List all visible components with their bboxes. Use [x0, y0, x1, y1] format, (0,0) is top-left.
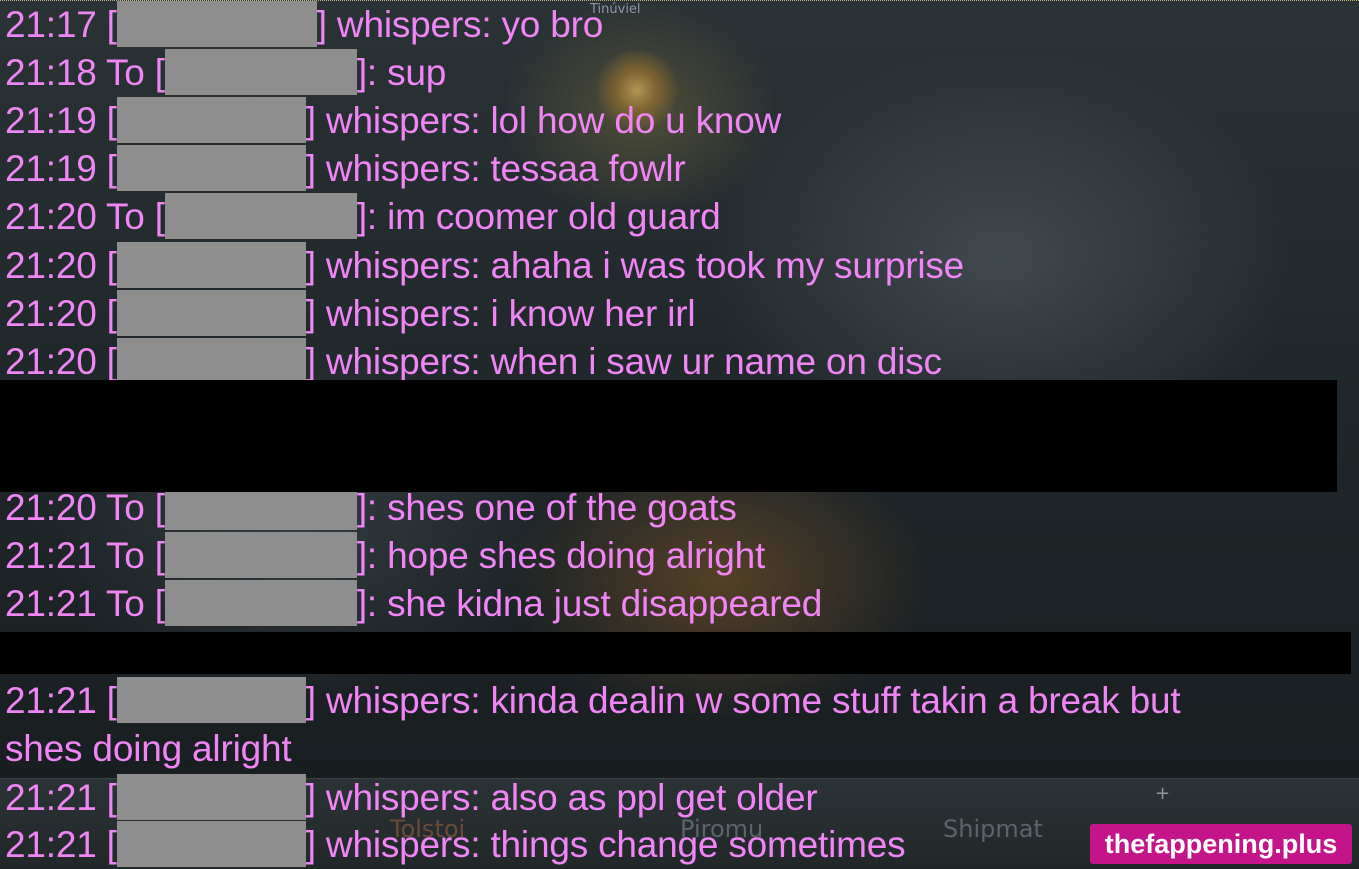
- chat-line: 21:21 To [ ]: she kidna just disappeared: [5, 580, 822, 628]
- chat-line: 21:18 To [ ]: sup: [5, 49, 446, 97]
- chat-timestamp: 21:20: [5, 245, 97, 286]
- redaction-bar: [0, 632, 1351, 674]
- chat-prefix: [: [96, 4, 117, 45]
- chat-timestamp: 21:17: [5, 4, 97, 45]
- chat-message: ] whispers: yo bro: [316, 4, 604, 45]
- chat-message: ] whispers: tessaa fowlr: [305, 148, 686, 189]
- chat-message: ] whispers: lol how do u know: [305, 100, 782, 141]
- redacted-name: [116, 145, 306, 192]
- redacted-name: [116, 1, 317, 48]
- redacted-name: [116, 242, 306, 289]
- chat-prefix: [: [96, 293, 117, 334]
- chat-message: ] whispers: things change sometimes: [305, 824, 906, 865]
- chat-message: ]: shes one of the goats: [356, 487, 737, 528]
- chat-message: ]: she kidna just disappeared: [356, 583, 823, 624]
- chat-prefix: [: [96, 341, 117, 382]
- chat-timestamp: 21:21: [5, 824, 97, 865]
- chat-line: 21:20 To [ ]: im coomer old guard: [5, 193, 721, 241]
- chat-prefix: To [: [96, 487, 165, 528]
- chat-message: ] whispers: ahaha i was took my surprise: [305, 245, 965, 286]
- chat-prefix: To [: [96, 196, 165, 237]
- chat-timestamp: 21:20: [5, 293, 97, 334]
- chat-log: 21:17 [ ] whispers: yo bro 21:18 To [ ]: s…: [0, 0, 1359, 868]
- chat-prefix: To [: [96, 535, 165, 576]
- chat-timestamp: 21:20: [5, 341, 97, 382]
- chat-line: 21:20 [ ] whispers: ahaha i was took my s…: [5, 242, 964, 290]
- watermark-badge: thefappening.plus: [1090, 824, 1352, 864]
- chat-timestamp: 21:21: [5, 535, 97, 576]
- chat-prefix: [: [96, 245, 117, 286]
- chat-line: 21:17 [ ] whispers: yo bro: [5, 1, 603, 49]
- chat-prefix: [: [96, 680, 117, 721]
- chat-message: shes doing alright: [5, 728, 292, 769]
- redacted-name: [116, 677, 306, 724]
- chat-prefix: To [: [96, 52, 165, 93]
- chat-prefix: [: [96, 100, 117, 141]
- chat-timestamp: 21:20: [5, 487, 97, 528]
- chat-message: ] whispers: i know her irl: [305, 293, 696, 334]
- redacted-name: [116, 774, 306, 821]
- chat-prefix: [: [96, 824, 117, 865]
- chat-timestamp: 21:18: [5, 52, 97, 93]
- chat-prefix: [: [96, 777, 117, 818]
- redacted-name: [116, 97, 306, 144]
- redacted-name: [164, 193, 357, 240]
- redacted-name: [116, 338, 306, 385]
- chat-message: ]: im coomer old guard: [356, 196, 721, 237]
- chat-message: ]: hope shes doing alright: [356, 535, 766, 576]
- chat-timestamp: 21:21: [5, 680, 97, 721]
- redacted-name: [164, 580, 357, 627]
- chat-prefix: To [: [96, 583, 165, 624]
- chat-line: 21:21 To [ ]: hope shes doing alright: [5, 532, 765, 580]
- redacted-name: [116, 821, 306, 868]
- chat-line: 21:19 [ ] whispers: lol how do u know: [5, 97, 781, 145]
- chat-line: 21:19 [ ] whispers: tessaa fowlr: [5, 145, 686, 193]
- chat-prefix: [: [96, 148, 117, 189]
- chat-timestamp: 21:19: [5, 100, 97, 141]
- chat-line: 21:20 [ ] whispers: i know her irl: [5, 290, 696, 338]
- redacted-name: [164, 49, 357, 96]
- chat-timestamp: 21:19: [5, 148, 97, 189]
- chat-line: 21:21 [ ] whispers: things change sometim…: [5, 821, 906, 869]
- chat-line: 21:21 [ ] whispers: also as ppl get older: [5, 774, 818, 822]
- chat-timestamp: 21:21: [5, 583, 97, 624]
- chat-message: ] whispers: also as ppl get older: [305, 777, 818, 818]
- redacted-name: [116, 290, 306, 337]
- chat-message: ] whispers: when i saw ur name on disc: [305, 341, 942, 382]
- redaction-bar: [0, 380, 1337, 492]
- chat-message: ]: sup: [356, 52, 447, 93]
- chat-line: 21:21 [ ] whispers: kinda dealin w some s…: [5, 677, 1181, 725]
- redacted-name: [164, 532, 357, 579]
- chat-line: 21:20 [ ] whispers: when i saw ur name on…: [5, 338, 942, 386]
- chat-timestamp: 21:21: [5, 777, 97, 818]
- chat-timestamp: 21:20: [5, 196, 97, 237]
- chat-message: ] whispers: kinda dealin w some stuff ta…: [305, 680, 1181, 721]
- chat-line-continuation: shes doing alright: [5, 725, 292, 773]
